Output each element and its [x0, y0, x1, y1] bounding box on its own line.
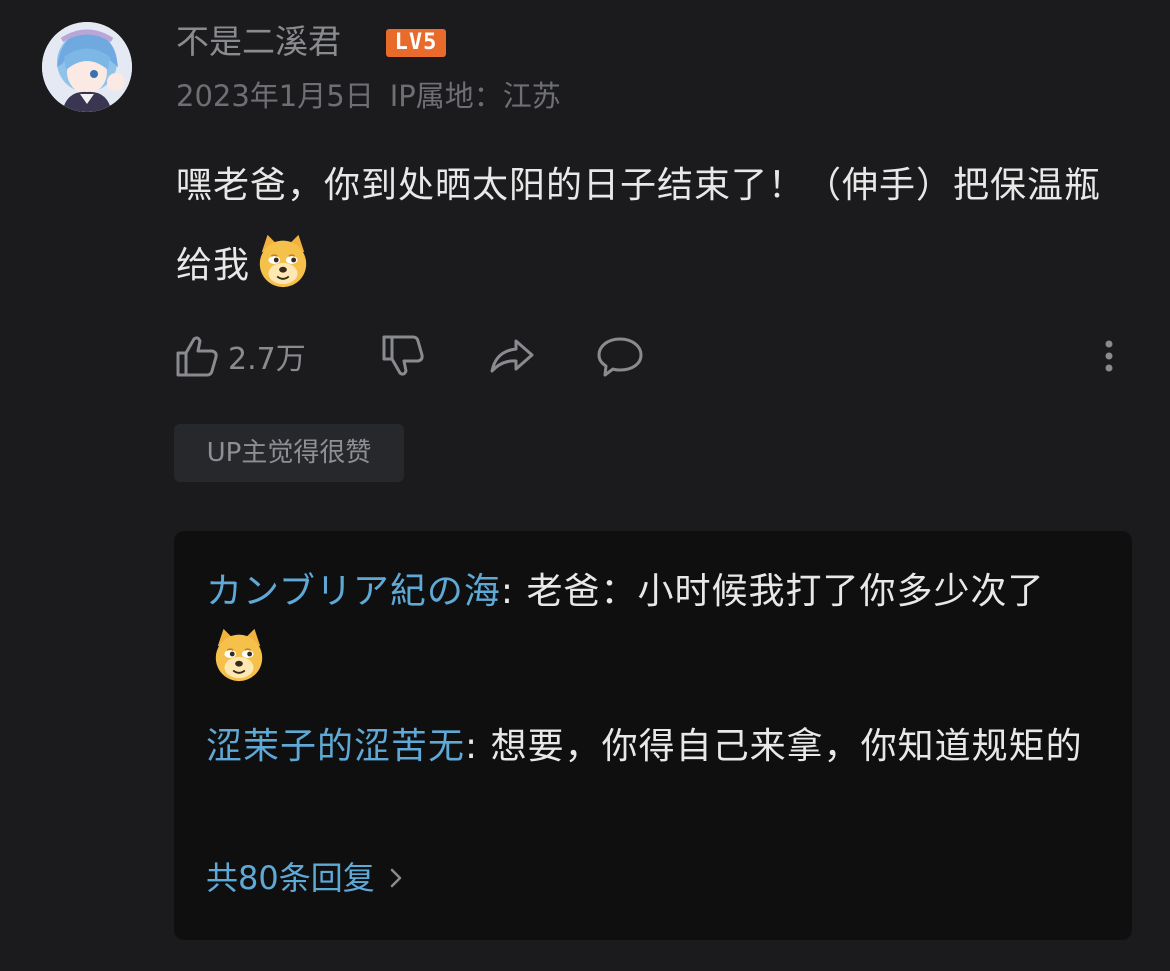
share-button[interactable] — [488, 326, 536, 386]
comment-text: 嘿老爸，你到处晒太阳的日子结束了！（伸手）把保温瓶给我 — [176, 146, 1136, 306]
avatar-image — [42, 22, 132, 112]
comment-meta: 2023年1月5日 IP属地：江苏 — [176, 76, 561, 116]
reply-author[interactable]: 涩茉子的涩苦无 — [206, 726, 465, 767]
ip-location: IP属地：江苏 — [389, 79, 561, 113]
like-count: 2.7万 — [228, 342, 306, 377]
reply-separator: : — [500, 571, 527, 612]
username[interactable]: 不是二溪君 — [176, 20, 341, 64]
comment-icon — [597, 337, 643, 377]
thumbs-up-icon — [176, 336, 218, 377]
dislike-button[interactable] — [380, 326, 426, 386]
action-bar: 2.7万 — [0, 326, 1170, 386]
reply-separator: : — [465, 726, 491, 767]
comment-date: 2023年1月5日 — [176, 79, 374, 113]
avatar[interactable] — [42, 22, 132, 112]
reply-text: 想要，你得自己来拿，你知道规矩的 — [490, 726, 1083, 767]
reply-text: 老爸：小时候我打了你多少次了 — [526, 571, 1045, 612]
thumbs-down-icon — [382, 335, 424, 376]
reply-button[interactable] — [596, 326, 644, 386]
reply-author[interactable]: カンブリア紀の海 — [206, 571, 501, 612]
replies-preview[interactable]: カンブリア紀の海: 老爸：小时候我打了你多少次了 涩茉子的涩苦无: 想要，你得自… — [174, 531, 1132, 940]
reply-item[interactable]: 涩茉子的涩苦无: 想要，你得自己来拿，你知道规矩的 — [206, 714, 1086, 780]
up-liked-tag: UP主觉得很赞 — [174, 424, 404, 482]
more-vertical-icon — [1105, 340, 1113, 372]
like-button[interactable]: 2.7万 — [174, 326, 306, 386]
level-badge: LV5 — [386, 29, 446, 57]
view-all-replies-link[interactable]: 共80条回复 — [206, 855, 405, 901]
reply-item[interactable]: カンブリア紀の海: 老爸：小时候我打了你多少次了 — [206, 559, 1086, 693]
comment-body: 嘿老爸，你到处晒太阳的日子结束了！（伸手）把保温瓶给我 — [176, 165, 1102, 286]
share-icon — [490, 339, 534, 373]
reply-count-label: 共80条回复 — [206, 859, 375, 897]
more-options-button[interactable] — [1094, 326, 1124, 386]
chevron-right-icon — [390, 868, 401, 888]
doge-emoji-icon — [259, 234, 307, 288]
doge-emoji-icon — [215, 628, 263, 682]
